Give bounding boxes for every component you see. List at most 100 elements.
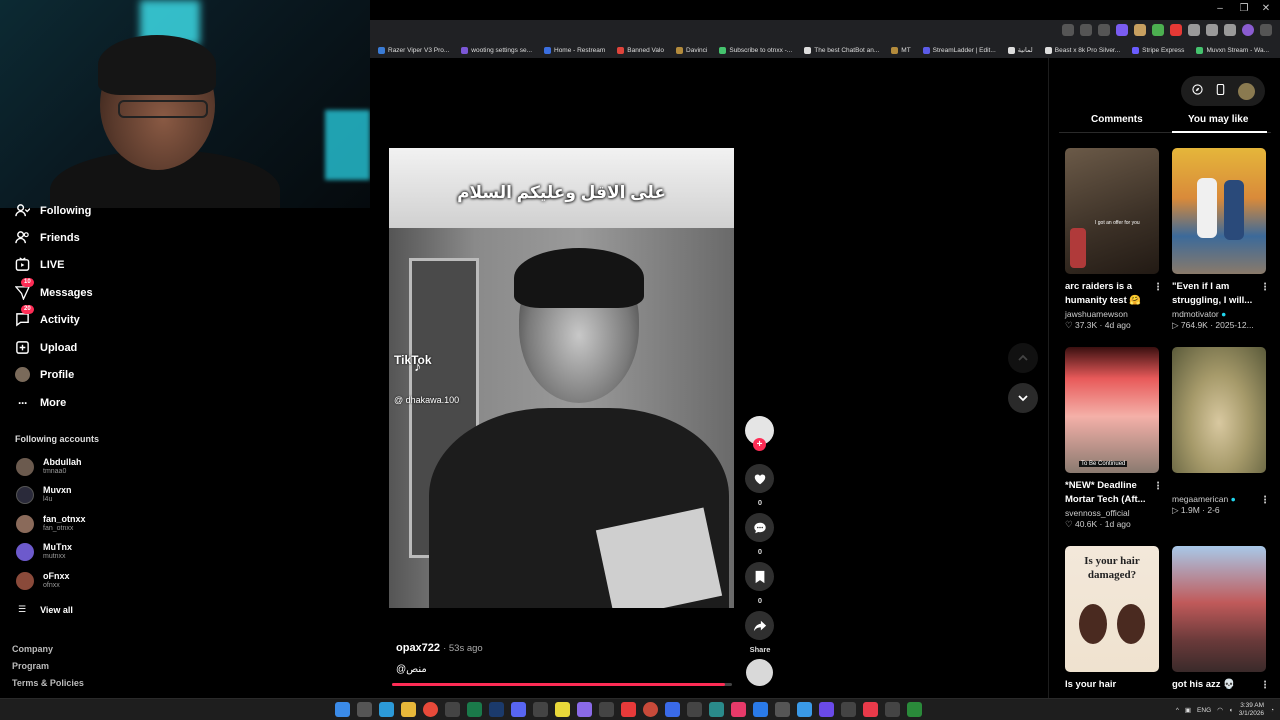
phone-icon[interactable] xyxy=(1216,82,1225,100)
sidebar-item-messages[interactable]: 10 Messages xyxy=(14,278,93,301)
account-item[interactable]: Muvxn l4u xyxy=(16,485,72,504)
chrome-icon[interactable] xyxy=(423,702,438,717)
bookmark-item[interactable]: Banned Valo xyxy=(617,46,664,54)
profile-avatar[interactable] xyxy=(1242,24,1254,36)
share-button[interactable] xyxy=(745,611,774,640)
app-icon[interactable] xyxy=(555,702,570,717)
view-all-button[interactable]: ☰ View all xyxy=(18,604,73,615)
like-button[interactable] xyxy=(745,464,774,493)
card-thumbnail[interactable]: To Be Continued xyxy=(1065,347,1159,473)
bookmark-item[interactable]: Beast x 8k Pro Silver... xyxy=(1044,46,1120,54)
app-icon[interactable] xyxy=(863,702,878,717)
previous-video-button[interactable] xyxy=(1008,343,1038,373)
recommended-card[interactable]: I got an offer for you arc raiders is a … xyxy=(1065,148,1163,331)
recommended-card[interactable]: got his azz 💀 ⋮ xyxy=(1172,546,1270,692)
bookmark-item[interactable]: Razer Viper V3 Pro... xyxy=(378,46,449,54)
sidebar-item-more[interactable]: ··· More xyxy=(14,394,66,411)
author-name[interactable]: opax722 xyxy=(396,642,440,654)
search-icon[interactable] xyxy=(357,702,372,717)
bookmark-item[interactable]: Home - Restream xyxy=(544,46,605,54)
footer-link-terms[interactable]: Terms & Policies xyxy=(12,678,84,688)
card-thumbnail[interactable]: Is your hair damaged? xyxy=(1065,546,1159,672)
video-player[interactable]: على الاقل وعليكم السلام ♪ TikTok @ dhaka… xyxy=(389,148,734,608)
app-icon[interactable] xyxy=(445,702,460,717)
bookmark-item[interactable]: Muvxn Stream - Wa... xyxy=(1196,46,1269,54)
bookmark-item[interactable]: The best ChatBot an... xyxy=(804,46,879,54)
app-icon[interactable] xyxy=(621,702,636,717)
app-icon[interactable] xyxy=(665,702,680,717)
video-author[interactable]: opax722 · 53s ago xyxy=(396,642,483,654)
app-icon[interactable] xyxy=(533,702,548,717)
recommended-card[interactable]: "Even if I am struggling, I will... mdmo… xyxy=(1172,148,1270,331)
address-bar[interactable] xyxy=(370,20,1280,42)
app-icon[interactable] xyxy=(753,702,768,717)
app-icon[interactable] xyxy=(709,702,724,717)
close-window-button[interactable]: ✕ xyxy=(1256,3,1276,14)
footer-link-program[interactable]: Program xyxy=(12,661,49,671)
more-options-icon[interactable]: ⋮ xyxy=(1153,282,1163,293)
settings-icon[interactable] xyxy=(775,702,790,717)
more-options-icon[interactable]: ⋮ xyxy=(1260,680,1270,691)
discord-icon[interactable] xyxy=(511,702,526,717)
recommended-card[interactable]: To Be Continued *NEW* Deadline Mortar Te… xyxy=(1065,347,1163,530)
compass-icon[interactable] xyxy=(1191,82,1203,100)
sidebar-item-upload[interactable]: Upload xyxy=(14,339,77,356)
bookmark-item[interactable]: wooting settings se... xyxy=(461,46,532,54)
app-icon[interactable] xyxy=(467,702,482,717)
app-icon[interactable] xyxy=(731,702,746,717)
sidebar-item-profile[interactable]: Profile xyxy=(14,366,74,383)
video-progress-bar[interactable] xyxy=(392,683,732,686)
comment-button[interactable] xyxy=(745,513,774,542)
bookmark-item[interactable]: StreamLadder | Edit... xyxy=(922,46,996,54)
app-icon[interactable] xyxy=(907,702,922,717)
extension-icon[interactable] xyxy=(1116,24,1128,36)
more-options-icon[interactable]: ⋮ xyxy=(1260,495,1270,506)
share-icon[interactable] xyxy=(1080,24,1092,36)
recommended-card[interactable]: megaamerican ● ▷ 1.9M · 2-6 ⋮ xyxy=(1172,347,1270,516)
sidebar-item-live[interactable]: LIVE xyxy=(14,256,64,273)
card-thumbnail[interactable] xyxy=(1172,347,1266,473)
follow-plus-icon[interactable]: + xyxy=(753,438,766,451)
bookmark-item[interactable]: Davinci xyxy=(676,46,707,54)
tray-chevron-icon[interactable]: ^ xyxy=(1176,707,1179,714)
volume-icon[interactable]: ◖ xyxy=(1229,707,1233,714)
star-icon[interactable] xyxy=(1098,24,1110,36)
card-thumbnail[interactable] xyxy=(1172,546,1266,672)
next-video-button[interactable] xyxy=(1008,383,1038,413)
minimize-button[interactable]: – xyxy=(1210,3,1230,14)
user-avatar[interactable] xyxy=(1237,82,1255,100)
menu-icon[interactable] xyxy=(1260,24,1272,36)
app-icon[interactable] xyxy=(841,702,856,717)
language-indicator[interactable]: ENG xyxy=(1197,707,1211,714)
bookmark-item[interactable]: MT xyxy=(891,46,911,54)
recommended-card[interactable]: Is your hair damaged? Is your hair damag… xyxy=(1065,546,1159,692)
bookmark-item[interactable]: لمانية xyxy=(1007,46,1033,54)
app-icon[interactable] xyxy=(599,702,614,717)
app-icon[interactable] xyxy=(577,702,592,717)
puzzle-icon[interactable] xyxy=(1206,24,1218,36)
start-icon[interactable] xyxy=(335,702,350,717)
footer-link-company[interactable]: Company xyxy=(12,644,53,654)
edge-icon[interactable] xyxy=(379,702,394,717)
notification-icon[interactable]: ◔ xyxy=(1270,707,1274,714)
maximize-button[interactable]: ❐ xyxy=(1234,3,1254,14)
steam-icon[interactable] xyxy=(489,702,504,717)
sidebar-item-activity[interactable]: 20 Activity xyxy=(14,305,80,328)
clock[interactable]: 3:39 AM 3/1/2026 xyxy=(1239,702,1264,718)
account-item[interactable]: Abdullah tmnaa0 xyxy=(16,457,82,476)
account-item[interactable]: MuTnx mutnxx xyxy=(16,542,72,561)
app-icon[interactable] xyxy=(687,702,702,717)
extension-icon[interactable] xyxy=(1170,24,1182,36)
extension-icon[interactable] xyxy=(1152,24,1164,36)
extension-icon[interactable] xyxy=(1188,24,1200,36)
save-button[interactable] xyxy=(745,562,774,591)
account-item[interactable]: fan_otnxx fan_otnxx xyxy=(16,514,86,533)
bookmark-item[interactable]: Subscribe to otnxx -... xyxy=(719,46,792,54)
app-icon[interactable] xyxy=(819,702,834,717)
sidebar-item-friends[interactable]: Friends xyxy=(14,229,80,246)
sidebar-item-following[interactable]: Following xyxy=(14,202,91,219)
more-options-icon[interactable]: ⋮ xyxy=(1260,282,1270,293)
tray-app-icon[interactable]: ▣ xyxy=(1185,706,1191,714)
next-creator-avatar[interactable] xyxy=(746,659,773,686)
zoom-icon[interactable] xyxy=(1062,24,1074,36)
